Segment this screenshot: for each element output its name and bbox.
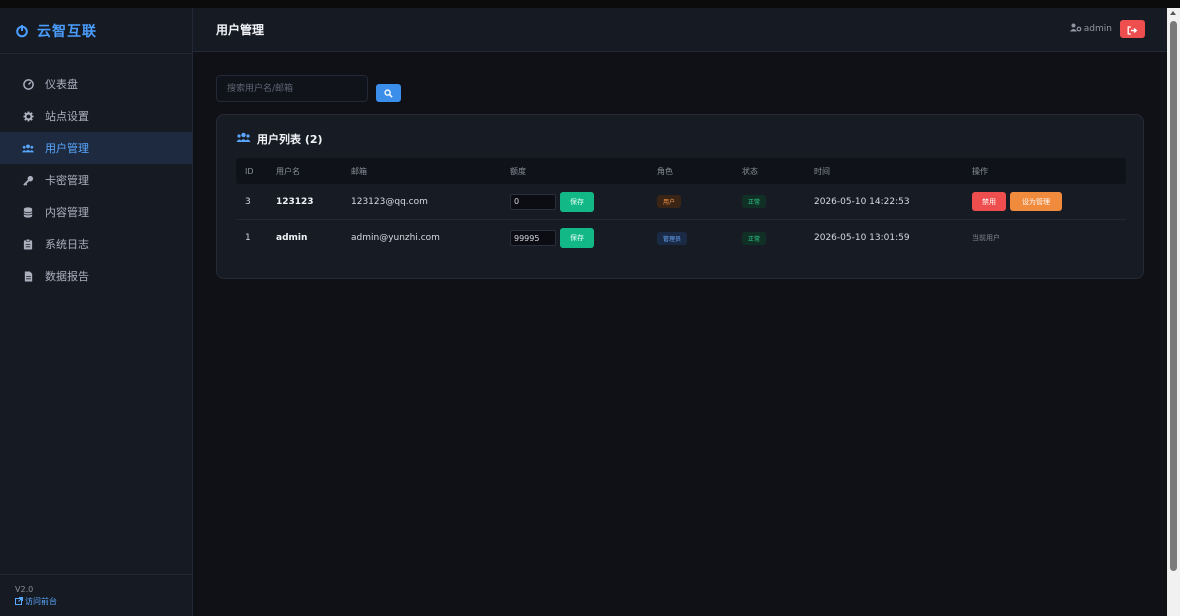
card-title: 用户列表 (2) <box>236 131 1124 147</box>
cell-status: 正常 <box>742 195 814 208</box>
users-icon <box>236 132 257 146</box>
key-icon <box>22 174 34 186</box>
dashboard-icon <box>22 78 34 90</box>
role-badge: 管理员 <box>657 231 688 245</box>
sidebar-item-users[interactable]: 用户管理 <box>0 132 192 164</box>
cell-actions: 禁用 设为管理 <box>972 192 1126 211</box>
sidebar-item-label: 内容管理 <box>45 206 89 219</box>
sidebar-item-content[interactable]: 内容管理 <box>0 196 192 228</box>
sidebar: 云智互联 仪表盘 站点设置 用户管理 卡密管理 内容管理 系统日志 数据报告 V… <box>0 8 193 616</box>
card-title-text: 用户列表 (2) <box>257 133 323 146</box>
current-user[interactable]: admin <box>1069 23 1112 35</box>
main-area: 用户管理 admin 搜索用户名/邮箱 用户列表 (2) ID 用户名 邮箱 额… <box>193 8 1167 616</box>
quota-input[interactable] <box>510 193 556 210</box>
search-button[interactable] <box>376 84 401 102</box>
cell-time: 2026-05-10 13:01:59 <box>814 233 910 243</box>
sidebar-item-label: 用户管理 <box>45 142 89 155</box>
save-button[interactable]: 保存 <box>560 191 594 212</box>
ban-button[interactable]: 禁用 <box>972 192 1006 211</box>
cell-id: 3 <box>245 196 251 207</box>
cell-quota: 保存 <box>510 228 657 248</box>
gear-icon <box>22 110 34 122</box>
cell-role: 用户 <box>657 195 742 208</box>
cell-status: 正常 <box>742 231 814 245</box>
database-icon <box>22 206 34 218</box>
column-header: 时间 <box>814 166 830 176</box>
users-icon <box>22 142 34 154</box>
status-badge: 正常 <box>742 195 767 208</box>
promote-admin-button[interactable]: 设为管理 <box>1010 192 1062 211</box>
content: 用户列表 (2) ID 用户名 邮箱 额度 角色 状态 时间 操作 3 <box>193 52 1167 279</box>
cell-username: admin <box>276 233 308 243</box>
column-header: 额度 <box>510 166 526 176</box>
page-title: 用户管理 <box>216 23 265 37</box>
logout-icon <box>1127 20 1138 39</box>
sidebar-item-label: 站点设置 <box>45 110 89 123</box>
search-input[interactable] <box>216 75 368 102</box>
sidebar-item-reports[interactable]: 数据报告 <box>0 260 192 292</box>
user-table: ID 用户名 邮箱 额度 角色 状态 时间 操作 3 123123 123123… <box>236 158 1126 256</box>
status-badge: 正常 <box>742 231 767 245</box>
page-header: 用户管理 admin <box>193 8 1167 52</box>
sidebar-footer: V2.0 访问前台 <box>0 574 192 616</box>
save-button[interactable]: 保存 <box>560 228 594 248</box>
sidebar-item-card-keys[interactable]: 卡密管理 <box>0 164 192 196</box>
cell-id: 1 <box>245 233 251 243</box>
clipboard-icon <box>22 238 34 250</box>
column-header: 操作 <box>972 166 988 176</box>
sidebar-nav: 仪表盘 站点设置 用户管理 卡密管理 内容管理 系统日志 数据报告 <box>0 68 192 292</box>
scrollbar-thumb[interactable] <box>1170 21 1177 571</box>
column-header: 状态 <box>742 166 758 176</box>
window-top-edge <box>0 0 1180 8</box>
table-row: 3 123123 123123@qq.com 保存 用户 正常 <box>236 184 1126 220</box>
scroll-up-arrow-icon[interactable] <box>1170 11 1176 15</box>
cell-username: 123123 <box>276 196 314 207</box>
cell-email: 123123@qq.com <box>351 196 428 207</box>
brand[interactable]: 云智互联 <box>0 8 192 54</box>
cell-email: admin@yunzhi.com <box>351 233 440 243</box>
search-icon <box>384 86 393 101</box>
version-label: V2.0 <box>15 585 34 594</box>
column-header: 用户名 <box>276 166 300 176</box>
page-scrollbar[interactable] <box>1167 8 1180 616</box>
cell-quota: 保存 <box>510 191 657 212</box>
visit-site-link[interactable]: 访问前台 <box>15 596 192 607</box>
quota-input[interactable] <box>510 230 556 246</box>
sidebar-item-logs[interactable]: 系统日志 <box>0 228 192 260</box>
column-header: 邮箱 <box>351 166 367 176</box>
file-icon <box>22 270 34 282</box>
cell-actions: 当前用户 <box>972 233 1126 243</box>
cell-role: 管理员 <box>657 231 742 245</box>
visit-site-label: 访问前台 <box>25 597 57 606</box>
sidebar-item-site-settings[interactable]: 站点设置 <box>0 100 192 132</box>
brand-title: 云智互联 <box>37 23 97 40</box>
external-link-icon <box>15 596 25 607</box>
user-list-card: 用户列表 (2) ID 用户名 邮箱 额度 角色 状态 时间 操作 3 1231… <box>216 114 1144 279</box>
search-row <box>216 75 1167 102</box>
table-row: 1 admin admin@yunzhi.com 保存 管理员 正常 <box>236 220 1126 256</box>
app-window: 云智互联 仪表盘 站点设置 用户管理 卡密管理 内容管理 系统日志 数据报告 V… <box>0 8 1167 616</box>
logout-button[interactable] <box>1120 20 1145 38</box>
power-logo-icon <box>15 24 29 38</box>
column-header: 角色 <box>657 166 673 176</box>
sidebar-item-label: 仪表盘 <box>45 78 78 91</box>
current-user-name: admin <box>1083 24 1112 34</box>
sidebar-item-label: 卡密管理 <box>45 174 89 187</box>
role-badge: 用户 <box>657 195 682 208</box>
table-header: ID 用户名 邮箱 额度 角色 状态 时间 操作 <box>236 158 1126 184</box>
sidebar-item-label: 系统日志 <box>45 238 89 251</box>
column-header: ID <box>245 166 254 176</box>
user-area: admin <box>1069 20 1145 38</box>
sidebar-item-dashboard[interactable]: 仪表盘 <box>0 68 192 100</box>
sidebar-item-label: 数据报告 <box>45 270 89 283</box>
cell-time: 2026-05-10 14:22:53 <box>814 196 910 207</box>
user-gear-icon <box>1069 23 1084 35</box>
current-user-note: 当前用户 <box>972 234 1000 242</box>
